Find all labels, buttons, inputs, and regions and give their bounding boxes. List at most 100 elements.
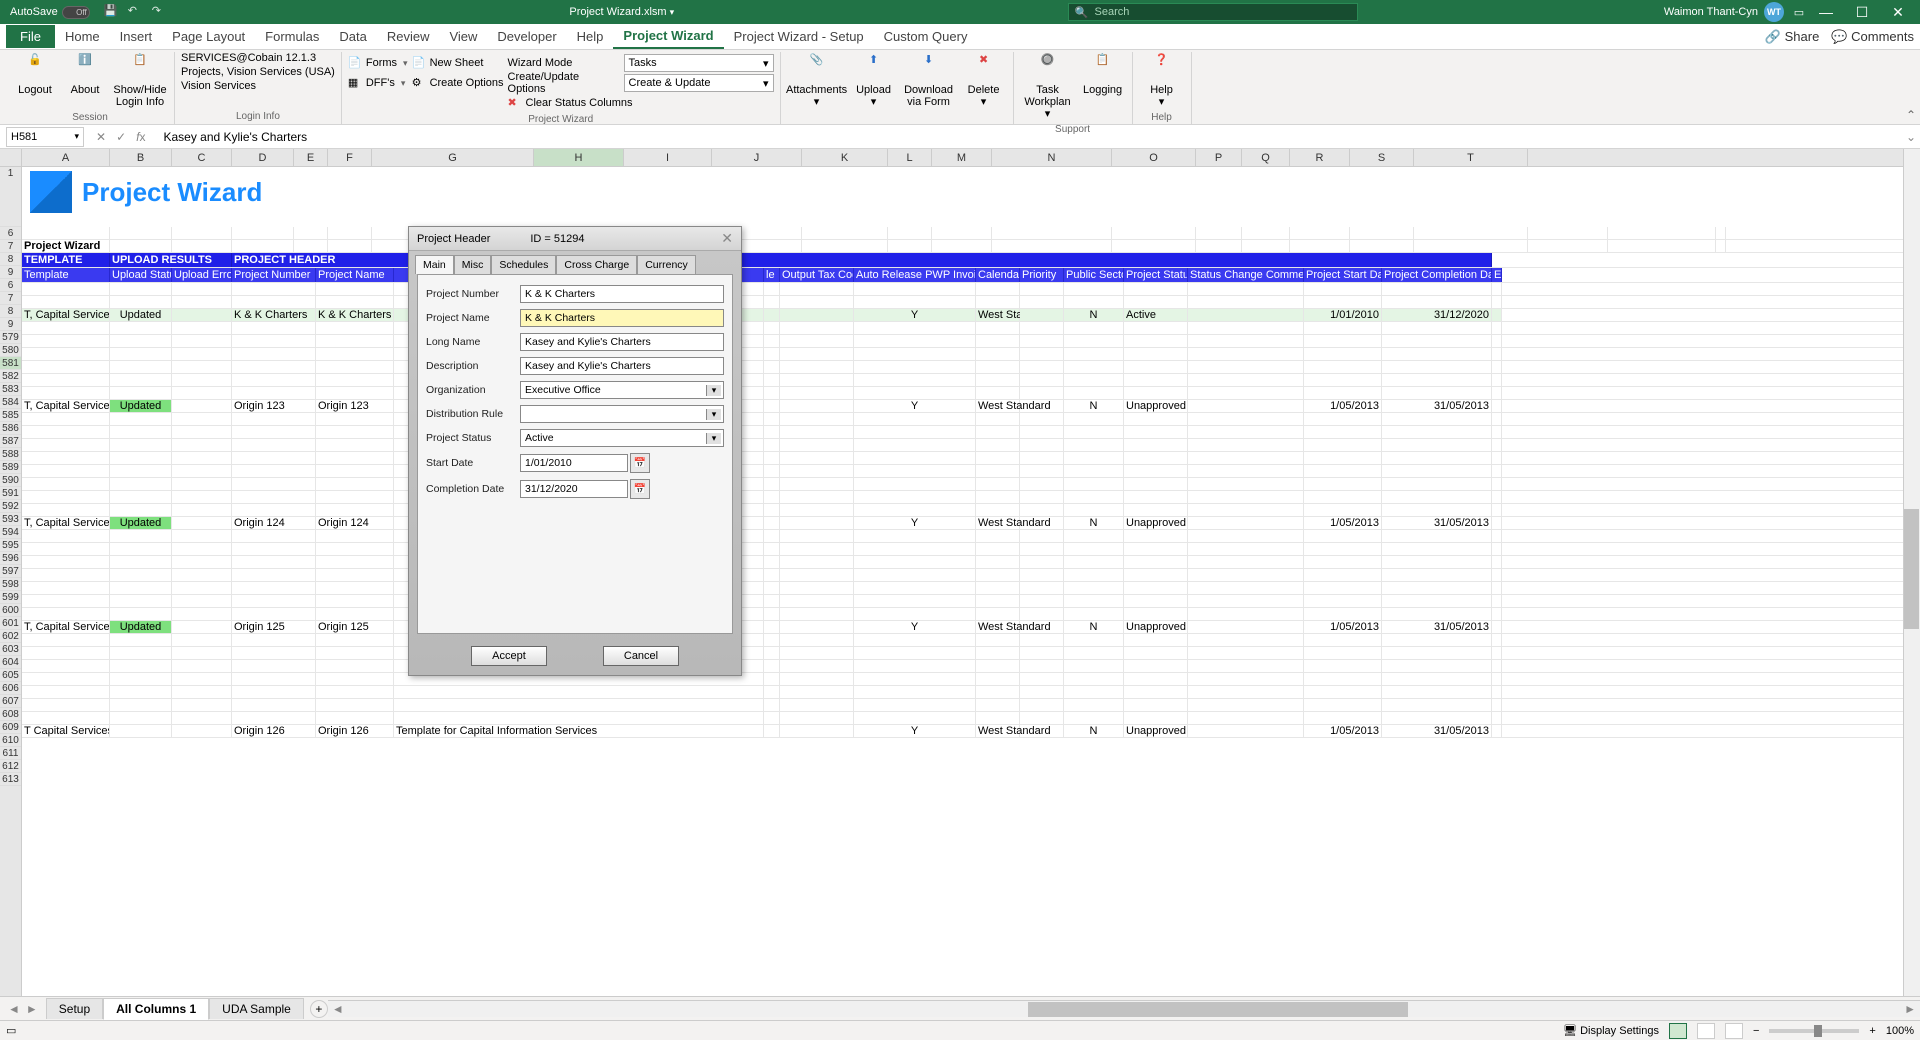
close-button[interactable]: ✕: [1880, 0, 1916, 24]
col-header[interactable]: O: [1112, 149, 1196, 166]
col-header[interactable]: L: [888, 149, 932, 166]
tab-nav[interactable]: ◄ ►: [0, 1002, 46, 1016]
search-input[interactable]: 🔍 Search: [1068, 3, 1358, 21]
col-header[interactable]: N: [992, 149, 1112, 166]
tab-home[interactable]: Home: [55, 25, 110, 48]
organization-combo[interactable]: Executive Office: [520, 381, 724, 399]
tab-formulas[interactable]: Formulas: [255, 25, 329, 48]
col-header[interactable]: P: [1196, 149, 1242, 166]
upload-button[interactable]: ⬆Upload▾: [851, 52, 897, 110]
col-header[interactable]: R: [1290, 149, 1350, 166]
tab-insert[interactable]: Insert: [110, 25, 163, 48]
forms-dropdown[interactable]: 📄Forms▾: [348, 54, 408, 72]
project-status-combo[interactable]: Active: [520, 429, 724, 447]
sheet-tab-all-columns[interactable]: All Columns 1: [103, 998, 209, 1020]
cancel-button[interactable]: Cancel: [603, 646, 679, 666]
tab-review[interactable]: Review: [377, 25, 440, 48]
save-icon[interactable]: 💾: [104, 4, 120, 20]
ribbon-display-options-icon[interactable]: ▭: [1790, 6, 1808, 19]
completion-date-picker-icon[interactable]: 📅: [630, 479, 650, 499]
col-header[interactable]: A: [22, 149, 110, 166]
download-button[interactable]: ⬇Download via Form: [901, 52, 957, 110]
prev-sheet-icon[interactable]: ◄: [8, 1002, 20, 1016]
next-sheet-icon[interactable]: ►: [26, 1002, 38, 1016]
select-all-corner[interactable]: [0, 149, 22, 166]
page-layout-view-button[interactable]: [1697, 1023, 1715, 1039]
undo-icon[interactable]: ↶: [128, 4, 144, 20]
task-workplan-button[interactable]: 🔘Task Workplan▾: [1020, 52, 1076, 122]
start-date-picker-icon[interactable]: 📅: [630, 453, 650, 473]
zoom-slider[interactable]: [1769, 1029, 1859, 1033]
tab-project-wizard[interactable]: Project Wizard: [613, 24, 723, 49]
tab-data[interactable]: Data: [329, 25, 376, 48]
zoom-level[interactable]: 100%: [1886, 1025, 1914, 1037]
dffs-dropdown[interactable]: ▦DFF's▾: [348, 74, 408, 92]
logging-button[interactable]: 📋Logging: [1080, 52, 1126, 98]
col-header[interactable]: I: [624, 149, 712, 166]
zoom-out-button[interactable]: −: [1753, 1025, 1759, 1037]
redo-icon[interactable]: ↷: [152, 4, 168, 20]
col-header[interactable]: T: [1414, 149, 1528, 166]
zoom-in-button[interactable]: +: [1869, 1025, 1875, 1037]
showhide-login-button[interactable]: 📋Show/Hide Login Info: [112, 52, 168, 110]
attachments-button[interactable]: 📎Attachments▾: [787, 52, 847, 110]
share-button[interactable]: 🔗 Share: [1765, 29, 1820, 45]
col-header[interactable]: J: [712, 149, 802, 166]
about-button[interactable]: ℹ️About: [62, 52, 108, 98]
minimize-button[interactable]: —: [1808, 0, 1844, 24]
col-header[interactable]: M: [932, 149, 992, 166]
expand-formula-icon[interactable]: ⌄: [1902, 130, 1920, 144]
autosave-control[interactable]: AutoSave Off: [4, 6, 96, 19]
col-header[interactable]: H: [534, 149, 624, 166]
dialog-tab-schedules[interactable]: Schedules: [491, 255, 556, 274]
comments-button[interactable]: 💬 Comments: [1831, 29, 1914, 45]
collapse-ribbon-icon[interactable]: ⌃: [1906, 108, 1916, 122]
col-header[interactable]: S: [1350, 149, 1414, 166]
dialog-tab-currency[interactable]: Currency: [637, 255, 696, 274]
dialog-title-bar[interactable]: Project Header ID = 51294 ✕: [409, 227, 741, 251]
vertical-scrollbar[interactable]: [1903, 149, 1920, 996]
logout-button[interactable]: 🔓Logout: [12, 52, 58, 98]
display-settings-button[interactable]: 🖥 Display Settings: [1563, 1024, 1659, 1037]
project-number-input[interactable]: [520, 285, 724, 303]
fx-icon[interactable]: fx: [136, 130, 145, 144]
wizard-mode-combo[interactable]: Tasks▾: [624, 54, 774, 72]
tab-page-layout[interactable]: Page Layout: [162, 25, 255, 48]
page-break-view-button[interactable]: [1725, 1023, 1743, 1039]
tab-developer[interactable]: Developer: [487, 25, 566, 48]
tab-custom-query[interactable]: Custom Query: [874, 25, 978, 48]
accept-button[interactable]: Accept: [471, 646, 547, 666]
col-header[interactable]: F: [328, 149, 372, 166]
cancel-formula-icon[interactable]: ✕: [96, 130, 106, 144]
distribution-rule-combo[interactable]: [520, 405, 724, 423]
user-account[interactable]: Waimon Thant-Cyn WT: [1658, 2, 1790, 22]
autosave-toggle[interactable]: Off: [62, 6, 90, 19]
tab-file[interactable]: File: [6, 25, 55, 48]
project-name-input[interactable]: [520, 309, 724, 327]
normal-view-button[interactable]: [1669, 1023, 1687, 1039]
dialog-close-button[interactable]: ✕: [721, 230, 733, 247]
maximize-button[interactable]: ☐: [1844, 0, 1880, 24]
name-box[interactable]: H581▾: [6, 127, 84, 147]
horizontal-scrollbar[interactable]: ◄►: [328, 1000, 1920, 1017]
tab-view[interactable]: View: [439, 25, 487, 48]
col-header[interactable]: B: [110, 149, 172, 166]
col-header[interactable]: G: [372, 149, 534, 166]
new-sheet-button[interactable]: 📄New Sheet: [412, 54, 504, 72]
formula-input[interactable]: Kasey and Kylie's Charters: [157, 130, 1902, 144]
tab-project-wizard-setup[interactable]: Project Wizard - Setup: [724, 25, 874, 48]
cu-options-combo[interactable]: Create & Update▾: [624, 74, 774, 92]
help-button[interactable]: ❓Help▾: [1139, 52, 1185, 110]
add-sheet-button[interactable]: +: [310, 1000, 328, 1018]
start-date-input[interactable]: [520, 454, 628, 472]
dialog-tab-misc[interactable]: Misc: [454, 255, 492, 274]
tab-help[interactable]: Help: [567, 25, 614, 48]
sheet-tab-uda[interactable]: UDA Sample: [209, 998, 304, 1019]
record-macro-icon[interactable]: ▭: [6, 1024, 16, 1037]
cells-area[interactable]: Project WizardProject WizardTEMPLATEUPLO…: [22, 167, 1920, 996]
sheet-tab-setup[interactable]: Setup: [46, 998, 103, 1019]
description-input[interactable]: [520, 357, 724, 375]
delete-button[interactable]: ✖Delete▾: [961, 52, 1007, 110]
col-header[interactable]: Q: [1242, 149, 1290, 166]
dialog-tab-cross-charge[interactable]: Cross Charge: [556, 255, 637, 274]
